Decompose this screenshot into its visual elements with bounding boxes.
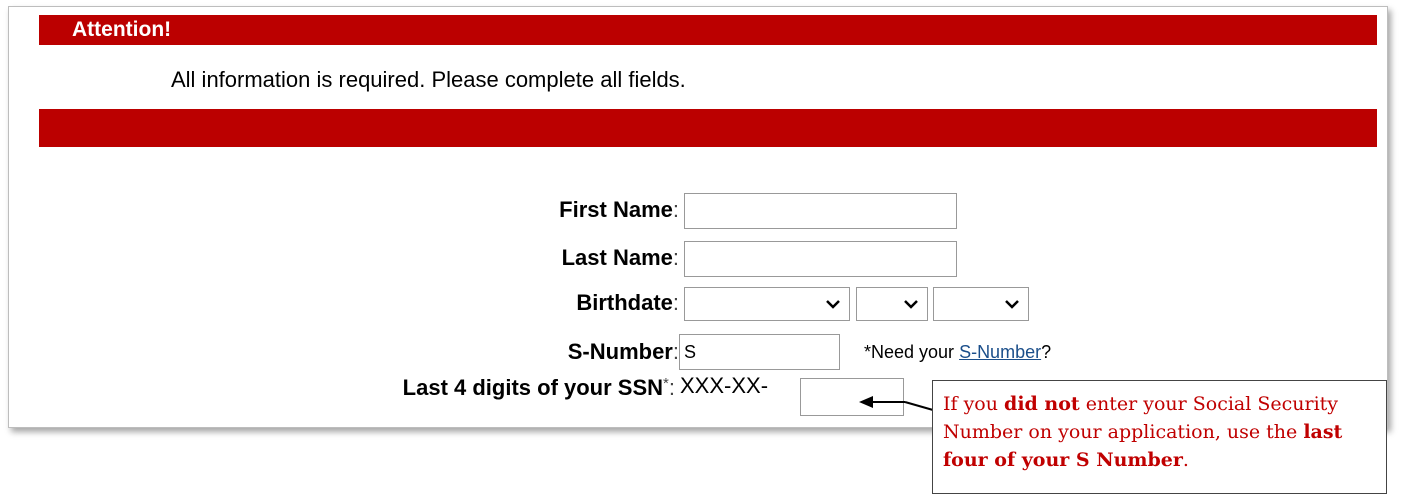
chevron-down-icon <box>826 300 840 309</box>
birth-day-select[interactable] <box>856 287 928 321</box>
s-number-label: S-Number: <box>567 339 679 364</box>
s-number-help-link[interactable]: S-Number <box>959 342 1041 362</box>
required-notice: All information is required. Please comp… <box>171 67 686 92</box>
attention-title: Attention! <box>72 18 172 41</box>
divider-banner <box>39 109 1377 147</box>
birth-month-select[interactable] <box>684 287 850 321</box>
chevron-down-icon <box>1005 300 1019 309</box>
last-name-label: Last Name: <box>561 245 679 270</box>
s-number-input[interactable] <box>679 334 840 370</box>
ssn-mask-prefix: XXX-XX- <box>680 373 769 398</box>
birthdate-label: Birthdate: <box>576 290 679 315</box>
last-name-input[interactable] <box>684 241 957 277</box>
first-name-label: First Name: <box>559 197 679 222</box>
first-name-input[interactable] <box>684 193 957 229</box>
arrow-left-icon <box>859 396 934 411</box>
s-number-help: *Need your S-Number? <box>864 342 1052 362</box>
attention-banner: Attention! <box>39 15 1377 45</box>
birth-year-select[interactable] <box>933 287 1029 321</box>
ssn-label: Last 4 digits of your SSN*: <box>402 375 675 400</box>
ssn-callout: If you did not enter your Social Securit… <box>932 380 1387 494</box>
chevron-down-icon <box>904 300 918 309</box>
